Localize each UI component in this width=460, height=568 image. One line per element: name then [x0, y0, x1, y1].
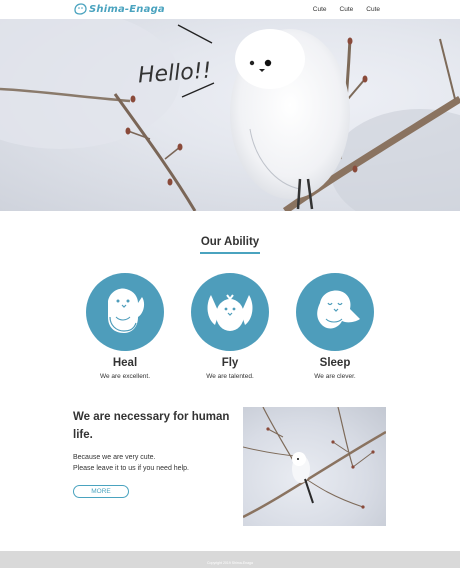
sleep-bird-icon [296, 273, 374, 351]
site-header: Shima-Enaga Cute Cute Cute [0, 0, 460, 19]
ability-desc: We are excellent. [99, 373, 151, 380]
hero-image: Hello!! [0, 19, 460, 211]
nav-link-1[interactable]: Cute [313, 6, 327, 13]
ability-name: Fly [221, 357, 239, 369]
heal-bird-icon [86, 273, 164, 351]
necessary-heading: We are necessary for human life. [73, 411, 230, 441]
bird-on-branch-photo [243, 407, 386, 526]
necessary-text: Because we are very cute. Please leave i… [73, 452, 233, 474]
bird-logo-icon [74, 3, 87, 15]
site-footer: Copyright 2019 Shima-Enaga [0, 551, 460, 568]
section-title-ability: Our Ability [200, 236, 260, 248]
ability-desc: We are clever. [314, 373, 356, 380]
ability-name: Heal [112, 357, 138, 369]
title-underline [200, 252, 260, 254]
ability-card-heal: Heal We are excellent. [75, 273, 175, 380]
copyright-text: Copyright 2019 Shima-Enaga [207, 561, 253, 565]
ability-name: Sleep [319, 357, 351, 369]
nav-link-3[interactable]: Cute [366, 6, 380, 13]
hero-bird-photo [0, 19, 460, 211]
ability-card-sleep: Sleep We are clever. [285, 273, 385, 380]
nav-link-2[interactable]: Cute [340, 6, 354, 13]
necessary-line-2: Please leave it to us if you need help. [73, 465, 189, 472]
ability-card-fly: Fly We are talented. [180, 273, 280, 380]
main-nav: Cute Cute Cute [313, 6, 380, 13]
logo-text: Shima-Enaga [89, 3, 165, 15]
fly-bird-icon [191, 273, 269, 351]
more-button[interactable]: MORE [73, 485, 129, 498]
ability-desc: We are talented. [206, 373, 254, 380]
necessary-line-1: Because we are very cute. [73, 454, 156, 461]
logo[interactable]: Shima-Enaga [73, 3, 165, 15]
hero-greeting: Hello!! [137, 58, 213, 89]
